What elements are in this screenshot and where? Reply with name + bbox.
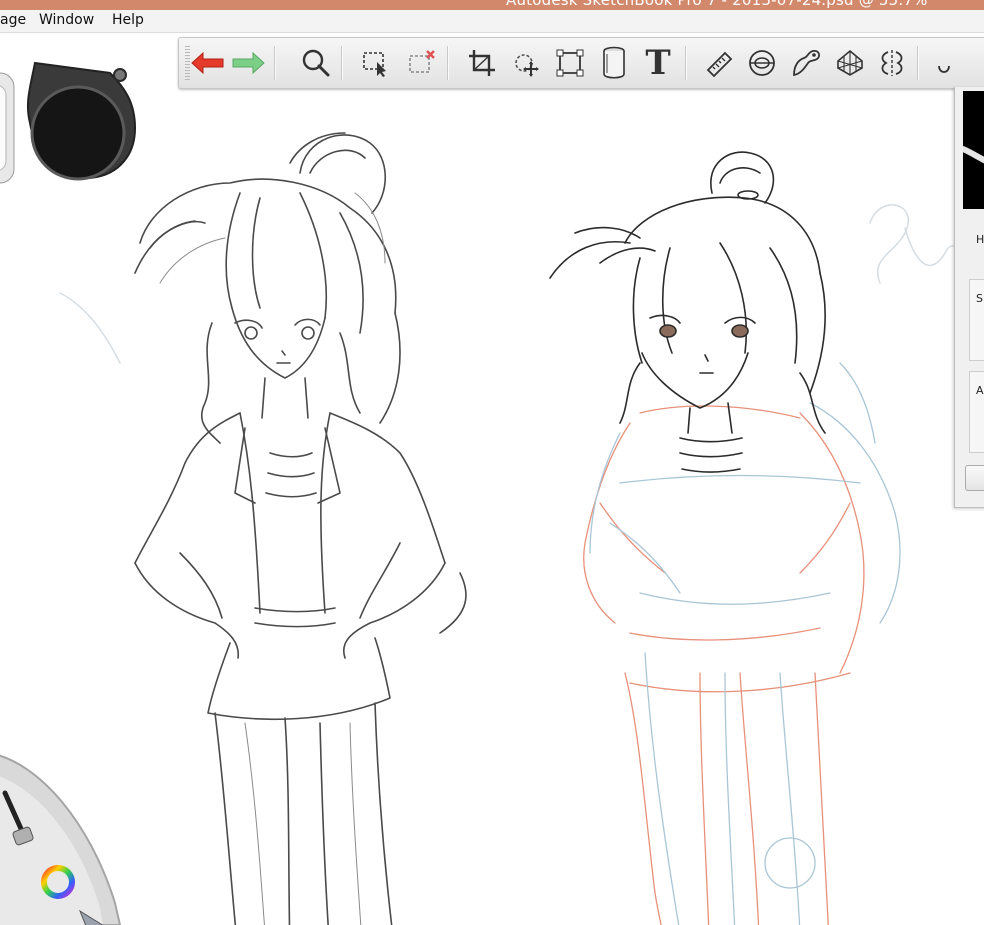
menu-item-image[interactable]: age	[0, 12, 26, 28]
size-label: S	[976, 292, 983, 305]
fill-icon	[603, 46, 625, 79]
panel-button[interactable]	[965, 465, 984, 491]
zoom-button[interactable]	[297, 44, 335, 82]
redo-icon	[232, 51, 265, 75]
menu-item-help[interactable]: Help	[112, 12, 144, 28]
crop-button[interactable]	[463, 44, 501, 82]
select-icon	[363, 52, 386, 77]
text-icon: T	[645, 43, 671, 83]
advanced-label: A	[976, 384, 984, 397]
french-curve-icon	[793, 50, 820, 77]
drawing-canvas[interactable]	[0, 33, 984, 925]
menu-bar: age Window Help	[0, 10, 984, 33]
text-button[interactable]: T	[639, 44, 677, 82]
brush-properties-panel: H S A	[954, 87, 984, 508]
select-button[interactable]	[357, 44, 395, 82]
french-curve-button[interactable]	[787, 44, 825, 82]
redo-button[interactable]	[229, 44, 267, 82]
undo-icon	[191, 51, 224, 75]
brush-preview	[960, 91, 984, 209]
menu-item-window[interactable]: Window	[39, 12, 94, 28]
window-title: Autodesk SketchBook Pro 7 - 2013-07-24.p…	[506, 0, 928, 9]
ellipse-icon	[749, 50, 775, 76]
crop-icon	[469, 50, 495, 76]
perspective-button[interactable]	[831, 44, 869, 82]
transform-button[interactable]	[507, 44, 545, 82]
main-toolbar: T	[178, 37, 984, 89]
distort-icon	[556, 49, 584, 77]
ellipse-button[interactable]	[743, 44, 781, 82]
clear-selection-icon	[409, 50, 435, 73]
undo-button[interactable]	[189, 44, 227, 82]
fill-button[interactable]	[595, 44, 633, 82]
symmetry-button[interactable]	[873, 44, 911, 82]
ruler-icon	[706, 51, 733, 78]
curve-tool-icon	[938, 65, 950, 73]
title-bar: Autodesk SketchBook Pro 7 - 2013-07-24.p…	[0, 0, 984, 10]
symmetry-icon	[881, 50, 903, 76]
ruler-button[interactable]	[701, 44, 739, 82]
more-tools-button[interactable]	[929, 44, 967, 82]
transform-icon	[515, 54, 539, 77]
distort-button[interactable]	[551, 44, 589, 82]
perspective-icon	[837, 49, 863, 76]
zoom-icon	[302, 49, 330, 77]
clear-selection-button[interactable]	[403, 44, 441, 82]
hardness-label: H	[976, 233, 984, 246]
